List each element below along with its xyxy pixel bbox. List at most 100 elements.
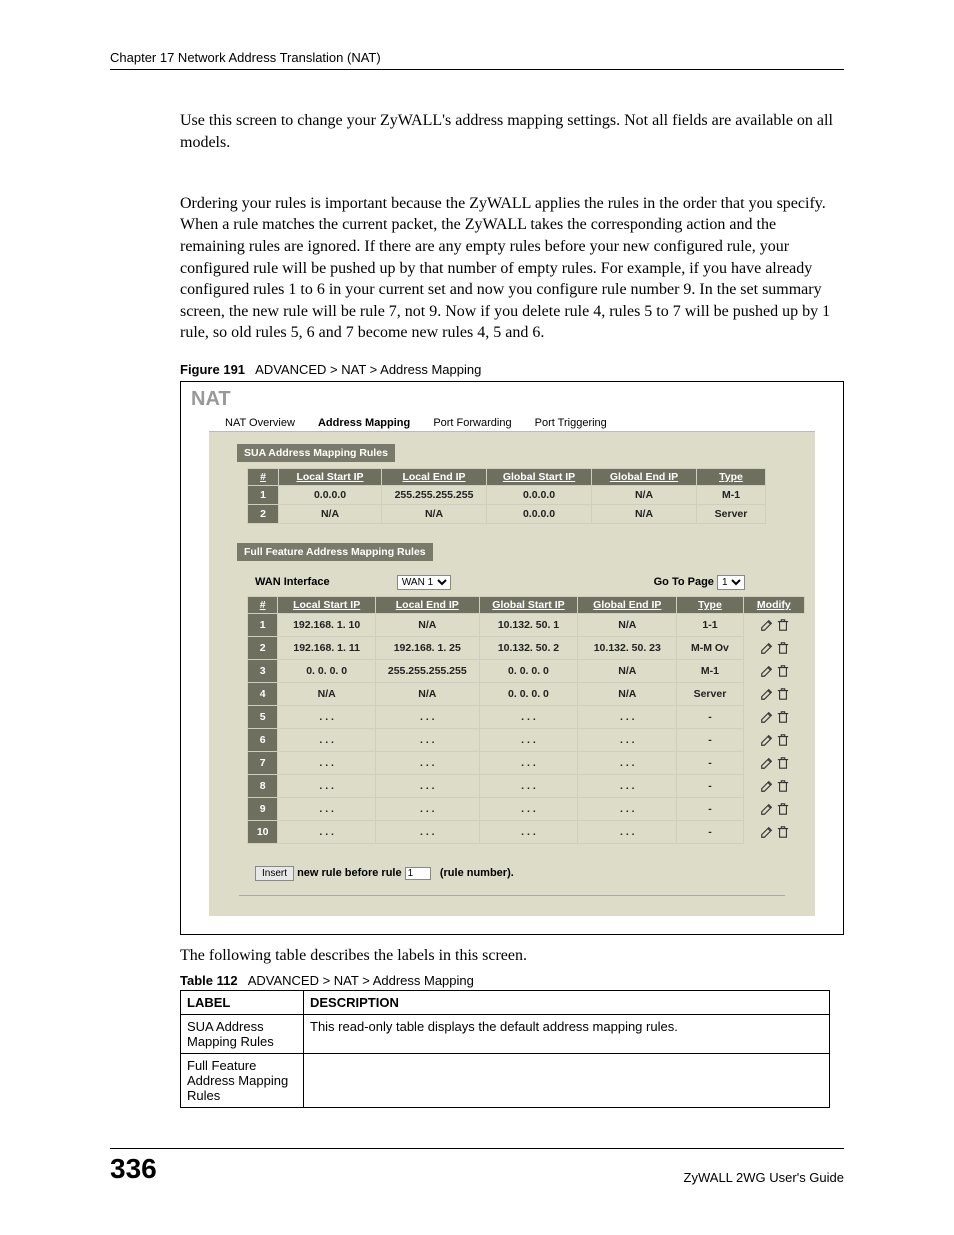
insert-after-label: (rule number). (440, 867, 514, 879)
edit-icon[interactable] (760, 803, 774, 815)
edit-icon[interactable] (760, 734, 774, 746)
cell-num: 8 (248, 774, 278, 797)
insert-rule-input[interactable] (405, 867, 431, 880)
cell-ls: . . . (278, 820, 376, 843)
goto-select[interactable]: 1 (717, 575, 745, 590)
delete-icon[interactable] (777, 711, 789, 723)
full-row: 30. 0. 0. 0255.255.255.2550. 0. 0. 0N/AM… (248, 659, 805, 682)
full-row: 2192.168. 1. 11192.168. 1. 2510.132. 50.… (248, 636, 805, 659)
cell-ls: . . . (278, 728, 376, 751)
edit-icon[interactable] (760, 619, 774, 631)
edit-icon[interactable] (760, 757, 774, 769)
description-table: LABEL DESCRIPTION SUA Address Mapping Ru… (180, 990, 830, 1108)
cell-ls: . . . (278, 797, 376, 820)
delete-icon[interactable] (777, 642, 789, 654)
paragraph-ordering: Ordering your rules is important because… (180, 193, 844, 344)
cell-gs: . . . (479, 774, 578, 797)
cell-type: - (677, 705, 743, 728)
desc-label: SUA Address Mapping Rules (181, 1014, 304, 1053)
edit-icon[interactable] (760, 665, 774, 677)
cell-modify (743, 820, 804, 843)
cell-le: 192.168. 1. 25 (376, 636, 480, 659)
desc-row: SUA Address Mapping Rules This read-only… (181, 1014, 830, 1053)
edit-icon[interactable] (760, 688, 774, 700)
insert-button[interactable]: Insert (255, 866, 294, 881)
full-row: 4N/AN/A0. 0. 0. 0N/AServer (248, 682, 805, 705)
wan-label: WAN Interface (255, 576, 330, 588)
cell-le: . . . (376, 774, 480, 797)
tabs-row: NAT Overview Address Mapping Port Forwar… (215, 413, 837, 431)
cell-ls: 192.168. 1. 11 (278, 636, 376, 659)
delete-icon[interactable] (777, 780, 789, 792)
col-local-start: Local Start IP (279, 468, 382, 485)
cell-gs: 10.132. 50. 1 (479, 613, 578, 636)
cell-le: . . . (376, 751, 480, 774)
cell-ls: N/A (279, 504, 382, 523)
full-table: # Local Start IP Local End IP Global Sta… (247, 596, 805, 844)
cell-modify (743, 797, 804, 820)
tab-port-triggering[interactable]: Port Triggering (525, 414, 617, 432)
insert-row: Insert new rule before rule (rule number… (255, 866, 805, 881)
cell-num: 2 (248, 636, 278, 659)
col-global-start: Global Start IP (479, 596, 578, 613)
cell-ls: N/A (278, 682, 376, 705)
delete-icon[interactable] (777, 734, 789, 746)
cell-num: 6 (248, 728, 278, 751)
full-row: 6. . .. . .. . .. . .- (248, 728, 805, 751)
tab-address-mapping[interactable]: Address Mapping (308, 414, 420, 432)
delete-icon[interactable] (777, 803, 789, 815)
cell-ls: . . . (278, 705, 376, 728)
full-row: 10. . .. . .. . .. . .- (248, 820, 805, 843)
delete-icon[interactable] (777, 619, 789, 631)
edit-icon[interactable] (760, 826, 774, 838)
full-row: 8. . .. . .. . .. . .- (248, 774, 805, 797)
screenshot-frame: NAT NAT Overview Address Mapping Port Fo… (180, 381, 844, 935)
delete-icon[interactable] (777, 826, 789, 838)
edit-icon[interactable] (760, 642, 774, 654)
cell-type: - (677, 728, 743, 751)
cell-ge: N/A (578, 613, 677, 636)
edit-icon[interactable] (760, 780, 774, 792)
table-label: Table 112 (180, 973, 238, 988)
cell-gs: 10.132. 50. 2 (479, 636, 578, 659)
chapter-header: Chapter 17 Network Address Translation (… (110, 50, 844, 70)
cell-gs: . . . (479, 820, 578, 843)
cell-ls: 192.168. 1. 10 (278, 613, 376, 636)
cell-modify (743, 705, 804, 728)
cell-ls: 0.0.0.0 (279, 485, 382, 504)
goto-label: Go To Page (654, 576, 714, 588)
delete-icon[interactable] (777, 688, 789, 700)
col-num: # (248, 596, 278, 613)
wan-select[interactable]: WAN 1 (397, 575, 451, 590)
desc-label: Full Feature Address Mapping Rules (181, 1053, 304, 1107)
cell-le: . . . (376, 728, 480, 751)
cell-le: 255.255.255.255 (382, 485, 487, 504)
cell-ge: . . . (578, 820, 677, 843)
delete-icon[interactable] (777, 665, 789, 677)
tab-nat-overview[interactable]: NAT Overview (215, 414, 305, 432)
tab-port-forwarding[interactable]: Port Forwarding (423, 414, 521, 432)
cell-num: 7 (248, 751, 278, 774)
cell-gs: 0. 0. 0. 0 (479, 659, 578, 682)
cell-ge: N/A (592, 485, 697, 504)
desc-head-label: LABEL (181, 990, 304, 1014)
cell-gs: . . . (479, 705, 578, 728)
table-title: ADVANCED > NAT > Address Mapping (248, 973, 474, 988)
full-section-title: Full Feature Address Mapping Rules (237, 543, 433, 561)
edit-icon[interactable] (760, 711, 774, 723)
cell-le: . . . (376, 797, 480, 820)
cell-ge: N/A (592, 504, 697, 523)
cell-num: 9 (248, 797, 278, 820)
wan-row: WAN Interface WAN 1 Go To Page 1 (255, 575, 805, 590)
cell-le: N/A (376, 682, 480, 705)
sua-section-title: SUA Address Mapping Rules (237, 444, 395, 462)
delete-icon[interactable] (777, 757, 789, 769)
desc-text: This read-only table displays the defaul… (304, 1014, 830, 1053)
cell-type: M-M Ov (677, 636, 743, 659)
cell-type: - (677, 820, 743, 843)
cell-ge: N/A (578, 659, 677, 682)
cell-gs: 0. 0. 0. 0 (479, 682, 578, 705)
full-row: 1192.168. 1. 10N/A10.132. 50. 1N/A1-1 (248, 613, 805, 636)
cell-gs: 0.0.0.0 (487, 485, 592, 504)
cell-modify (743, 613, 804, 636)
